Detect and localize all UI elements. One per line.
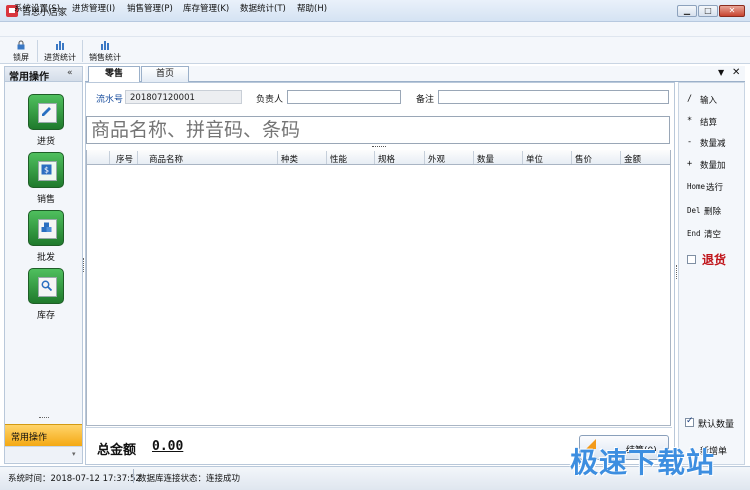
column-separator xyxy=(473,151,474,164)
minimize-button[interactable]: ▁ xyxy=(677,5,697,17)
person-in-charge-label: 负责人 xyxy=(256,95,284,105)
shortcut-desc: 清空 xyxy=(704,230,722,240)
toolbar-separator xyxy=(37,40,38,62)
pencil-icon xyxy=(42,107,51,116)
shortcut-desc: 数量加 xyxy=(700,161,726,171)
column-header-quantity[interactable]: 数量 xyxy=(477,153,494,165)
nav-inventory-button[interactable] xyxy=(28,268,64,304)
menu-inventory[interactable]: 库存管理(K) xyxy=(183,2,229,14)
shortcut-key: * xyxy=(687,116,693,126)
serial-number-label: 流水号 xyxy=(96,95,124,105)
collapse-panel-icon[interactable]: « xyxy=(67,68,73,78)
shortcut-key: + xyxy=(687,159,693,169)
bar-chart-icon xyxy=(101,41,109,50)
nav-inventory-label: 库存 xyxy=(36,311,55,321)
lock-screen-button[interactable]: 锁屏 xyxy=(8,39,34,63)
person-in-charge-input[interactable] xyxy=(287,90,401,104)
return-label[interactable]: 退货 xyxy=(702,251,726,268)
column-header-spec[interactable]: 规格 xyxy=(378,153,395,165)
column-header-product-name[interactable]: 商品名称 xyxy=(149,153,183,165)
search-resize-handle[interactable] xyxy=(372,146,386,149)
nav-purchase-label: 进货 xyxy=(36,137,55,147)
column-separator xyxy=(374,151,375,164)
shortcut-desc: 数量减 xyxy=(700,139,726,149)
watermark: 极速下载站 xyxy=(570,446,716,479)
shortcut-key: / xyxy=(687,94,693,104)
column-separator xyxy=(571,151,572,164)
column-separator xyxy=(522,151,523,164)
shortcut-desc: 选行 xyxy=(706,183,724,193)
menu-help[interactable]: 帮助(H) xyxy=(297,2,327,14)
purchase-stats-button[interactable]: 进货统计 xyxy=(41,39,79,63)
sales-stats-button[interactable]: 销售统计 xyxy=(86,39,124,63)
column-header-appearance[interactable]: 外观 xyxy=(428,153,445,165)
serial-number-field: 201807120001 xyxy=(125,90,242,104)
system-time: 系统时间：2018-07-12 17:37:52 xyxy=(8,474,141,484)
default-quantity-checkbox[interactable] xyxy=(685,416,694,427)
column-separator xyxy=(620,151,621,164)
chevron-down-icon[interactable]: ▾ xyxy=(72,450,76,458)
boxes-icon xyxy=(41,222,52,232)
return-checkbox[interactable] xyxy=(687,255,696,264)
menu-system-settings[interactable]: 系统设置(S) xyxy=(14,2,60,14)
toolbar-separator xyxy=(82,40,83,62)
menu-bar xyxy=(0,22,750,37)
column-separator xyxy=(424,151,425,164)
product-search-input[interactable] xyxy=(86,116,670,144)
column-header-amount[interactable]: 金额 xyxy=(624,153,641,165)
default-quantity-label[interactable]: 默认数量 xyxy=(698,417,734,430)
nav-wholesale-button[interactable] xyxy=(28,210,64,246)
db-connection-status: 数据库连接状态：连接成功 xyxy=(138,474,241,484)
product-table[interactable] xyxy=(86,150,671,426)
close-tab-icon[interactable]: ✕ xyxy=(732,67,740,78)
menu-sales[interactable]: 销售管理(P) xyxy=(127,2,173,14)
panel-footer xyxy=(5,446,82,462)
shortcut-key: End xyxy=(687,229,701,238)
column-header-price[interactable]: 售价 xyxy=(575,153,592,165)
dollar-icon: $ xyxy=(41,164,52,175)
close-button[interactable]: ✕ xyxy=(719,5,745,17)
shortcut-desc: 输入 xyxy=(700,96,718,106)
lock-icon xyxy=(17,40,25,50)
column-separator xyxy=(277,151,278,164)
tab-dropdown-icon[interactable]: ▼ xyxy=(718,68,724,77)
menu-statistics[interactable]: 数据统计(T) xyxy=(240,2,286,14)
column-header-unit[interactable]: 单位 xyxy=(526,153,543,165)
shortcut-key: Home xyxy=(687,182,706,191)
table-corner xyxy=(87,151,110,164)
shortcut-desc: 结算 xyxy=(700,118,718,128)
total-amount-value: 0.00 xyxy=(152,439,184,454)
nav-wholesale-label: 批发 xyxy=(36,253,55,263)
menu-purchase[interactable]: 进货管理(I) xyxy=(72,2,115,14)
column-separator xyxy=(137,151,138,164)
nav-sales-label: 销售 xyxy=(36,195,55,205)
column-header-index[interactable]: 序号 xyxy=(116,153,133,165)
bar-chart-icon xyxy=(56,41,64,50)
column-header-performance[interactable]: 性能 xyxy=(330,153,347,165)
nav-purchase-button[interactable] xyxy=(28,94,64,130)
column-separator xyxy=(326,151,327,164)
shortcut-key: - xyxy=(687,137,693,147)
note-label: 备注 xyxy=(416,95,435,105)
tab-retail[interactable]: 零售 xyxy=(88,66,140,82)
nav-sales-button[interactable]: $ xyxy=(28,152,64,188)
shortcut-desc: 删除 xyxy=(704,207,722,217)
panel-divider[interactable] xyxy=(5,416,82,420)
total-amount-label: 总金额 xyxy=(97,443,137,458)
magnifier-icon xyxy=(41,280,52,291)
column-header-category[interactable]: 种类 xyxy=(281,153,298,165)
svg-text:$: $ xyxy=(44,166,49,175)
maximize-button[interactable]: □ xyxy=(698,5,718,17)
status-separator xyxy=(133,469,134,483)
tab-home[interactable]: 首页 xyxy=(141,66,189,82)
left-panel-title: 常用操作 xyxy=(9,72,49,83)
note-input[interactable] xyxy=(438,90,669,104)
common-operations-label: 常用操作 xyxy=(11,433,48,443)
shortcut-key: Del xyxy=(687,206,701,215)
